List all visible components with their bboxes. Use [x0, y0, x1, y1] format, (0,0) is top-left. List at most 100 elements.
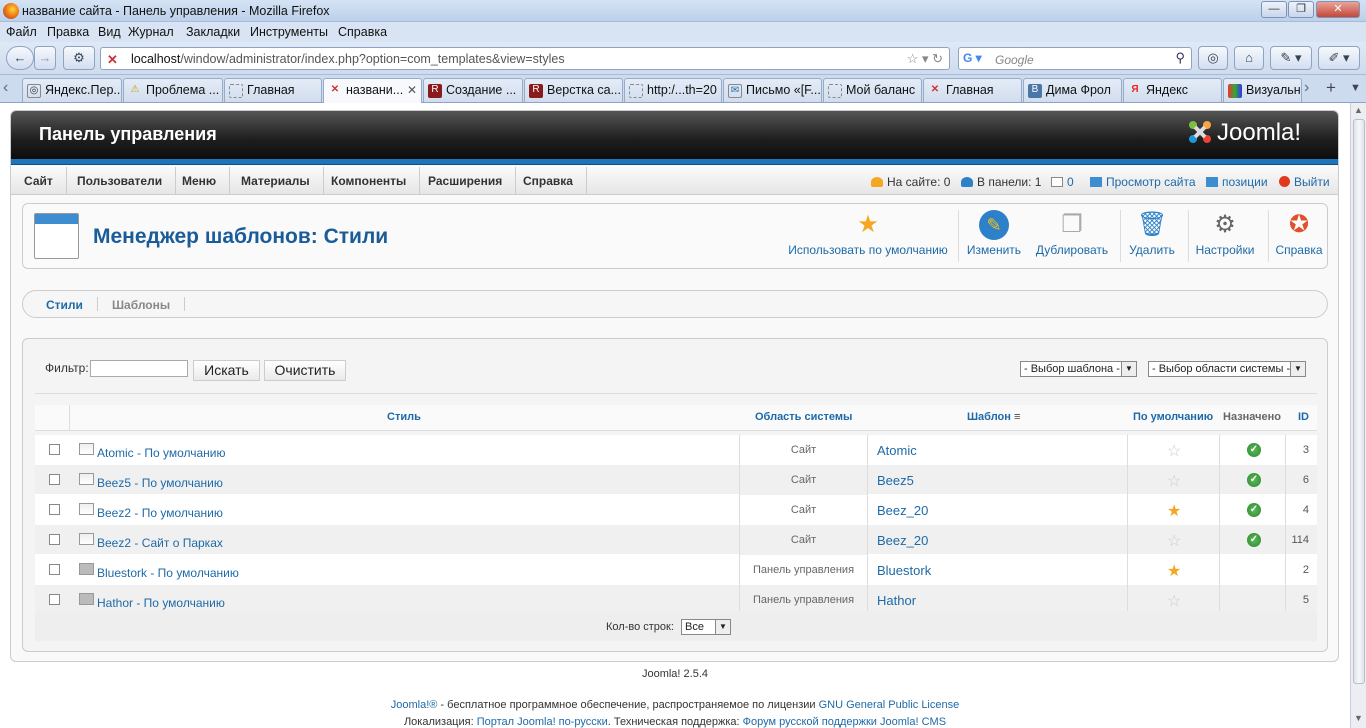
target-icon[interactable]: ◎ — [1198, 46, 1228, 70]
style-name-link[interactable]: Beez2 - По умолчанию — [97, 506, 223, 520]
logout-label[interactable]: Выйти — [1294, 175, 1330, 189]
template-link[interactable]: Beez_20 — [877, 503, 928, 518]
scroll-tabs-right-icon[interactable]: › — [1304, 79, 1309, 97]
star-outline-icon[interactable]: ☆ — [1167, 471, 1181, 491]
row-checkbox[interactable] — [49, 444, 60, 455]
scrollbar-thumb[interactable] — [1353, 119, 1365, 684]
edit-button[interactable]: ✎ Изменить — [965, 210, 1023, 264]
new-tab-icon[interactable]: + — [1326, 78, 1336, 98]
addon-icon[interactable]: ✎ ▾ — [1270, 46, 1312, 70]
positions-link[interactable]: позиции — [1206, 175, 1268, 189]
client-select[interactable]: - Выбор области системы - ▼ — [1148, 361, 1306, 377]
url-bar[interactable]: ✕ localhost/window/administrator/index.p… — [100, 47, 950, 70]
gpl-link[interactable]: GNU General Public License — [819, 699, 960, 711]
tab-styles[interactable]: Стили — [46, 298, 83, 312]
star-outline-icon[interactable]: ☆ — [1167, 441, 1181, 461]
clear-button[interactable]: Очистить — [264, 360, 346, 381]
row-checkbox[interactable] — [49, 474, 60, 485]
tab-yandex-translate[interactable]: ◎ Яндекс.Пер... — [22, 78, 122, 102]
menu-history[interactable]: Журнал — [128, 25, 174, 39]
url-text[interactable]: localhost/window/administrator/index.php… — [131, 52, 565, 66]
maximize-button[interactable]: ❐ — [1288, 1, 1314, 18]
tab-home[interactable]: Главная — [224, 78, 322, 102]
menu-help[interactable]: Справка — [338, 25, 387, 39]
menu-menus[interactable]: Меню — [169, 167, 231, 195]
menu-file[interactable]: Файл — [6, 25, 37, 39]
menu-extensions[interactable]: Расширения — [415, 167, 517, 195]
rows-per-page-select[interactable]: Все ▼ — [681, 619, 731, 635]
template-preview-icon[interactable] — [79, 443, 94, 455]
menu-content[interactable]: Материалы — [228, 167, 324, 195]
view-site-label[interactable]: Просмотр сайта — [1106, 175, 1196, 189]
header-client[interactable]: Область системы — [755, 411, 852, 423]
view-site-link[interactable]: Просмотр сайта — [1090, 175, 1196, 189]
menu-tools[interactable]: Инструменты — [250, 25, 328, 39]
menu-components[interactable]: Компоненты — [318, 167, 421, 195]
template-preview-icon[interactable] — [79, 473, 94, 485]
home-icon[interactable]: ⌂ — [1234, 46, 1264, 70]
tab-site-name-active[interactable]: ✕ названи... ✕ — [323, 78, 422, 104]
logout-link[interactable]: Выйти — [1279, 175, 1330, 189]
tab-problem[interactable]: ⚠ Проблема ... — [123, 78, 223, 102]
scroll-tabs-left-icon[interactable]: ‹ — [3, 79, 8, 97]
list-tabs-icon[interactable]: ▼ — [1350, 82, 1361, 94]
template-link[interactable]: Hathor — [877, 593, 916, 608]
menu-site[interactable]: Сайт — [11, 167, 67, 195]
vertical-scrollbar[interactable]: ▲ ▼ — [1350, 103, 1366, 728]
row-checkbox[interactable] — [49, 564, 60, 575]
template-link[interactable]: Bluestork — [877, 563, 931, 578]
style-name-link[interactable]: Beez5 - По умолчанию — [97, 476, 223, 490]
make-default-button[interactable]: ★ Использовать по умолчанию — [788, 210, 948, 264]
template-preview-icon[interactable] — [79, 533, 94, 545]
header-default[interactable]: По умолчанию — [1133, 411, 1213, 423]
tab-balance[interactable]: Мой баланс — [823, 78, 922, 102]
row-checkbox[interactable] — [49, 504, 60, 515]
style-name-link[interactable]: Hathor - По умолчанию — [97, 596, 225, 610]
joomla-link[interactable]: Joomla!® — [391, 699, 438, 711]
puzzle-icon[interactable]: ⚙ — [63, 46, 95, 70]
joomla-russian-portal-link[interactable]: Портал Joomla! по-русски — [477, 716, 608, 728]
duplicate-button[interactable]: ❐ Дублировать — [1033, 210, 1111, 264]
tab-templates[interactable]: Шаблоны — [112, 298, 170, 312]
positions-label[interactable]: позиции — [1222, 175, 1268, 189]
header-id[interactable]: ID — [1298, 411, 1309, 423]
forward-button[interactable]: → — [34, 46, 56, 70]
close-window-button[interactable]: ✕ — [1316, 1, 1360, 18]
bookmark-star-icon[interactable]: ☆ ▾ ↻ — [907, 51, 943, 67]
template-link[interactable]: Beez_20 — [877, 533, 928, 548]
tab-vk[interactable]: B Дима Фрол — [1023, 78, 1122, 102]
tab-mail[interactable]: ✉ Письмо «[F... — [723, 78, 822, 102]
style-name-link[interactable]: Beez2 - Сайт о Парках — [97, 536, 223, 550]
menu-help[interactable]: Справка — [510, 167, 587, 195]
scroll-up-icon[interactable]: ▲ — [1354, 105, 1363, 115]
search-icon[interactable]: ⚲ — [1175, 50, 1185, 66]
row-checkbox[interactable] — [49, 534, 60, 545]
header-style[interactable]: Стиль — [387, 411, 421, 423]
tab-creating[interactable]: R Создание ... — [423, 78, 523, 102]
template-link[interactable]: Beez5 — [877, 473, 914, 488]
tools-icon[interactable]: ✐ ▾ — [1318, 46, 1360, 70]
star-outline-icon[interactable]: ☆ — [1167, 591, 1181, 611]
search-button[interactable]: Искать — [193, 360, 260, 381]
style-name-link[interactable]: Bluestork - По умолчанию — [97, 566, 239, 580]
menu-users[interactable]: Пользователи — [64, 167, 177, 195]
template-preview-icon[interactable] — [79, 593, 94, 605]
minimize-button[interactable]: — — [1261, 1, 1287, 18]
options-button[interactable]: ⚙ Настройки — [1195, 210, 1255, 264]
menu-bookmarks[interactable]: Закладки — [186, 25, 240, 39]
row-checkbox[interactable] — [49, 594, 60, 605]
status-messages[interactable]: 0 — [1051, 175, 1074, 189]
messages-count[interactable]: 0 — [1067, 175, 1074, 189]
tab-main[interactable]: ✕ Главная — [923, 78, 1022, 102]
tab-yandex[interactable]: Я Яндекс — [1123, 78, 1222, 102]
back-button[interactable]: ← — [6, 46, 34, 70]
filter-input[interactable] — [90, 360, 188, 377]
search-box[interactable]: G ▾ Google ⚲ — [958, 47, 1192, 70]
template-preview-icon[interactable] — [79, 503, 94, 515]
style-name-link[interactable]: Atomic - По умолчанию — [97, 446, 226, 460]
template-preview-icon[interactable] — [79, 563, 94, 575]
star-outline-icon[interactable]: ☆ — [1167, 531, 1181, 551]
tab-layout[interactable]: R Верстка са... — [524, 78, 623, 102]
template-link[interactable]: Atomic — [877, 443, 917, 458]
template-select[interactable]: - Выбор шаблона - ▼ — [1020, 361, 1137, 377]
